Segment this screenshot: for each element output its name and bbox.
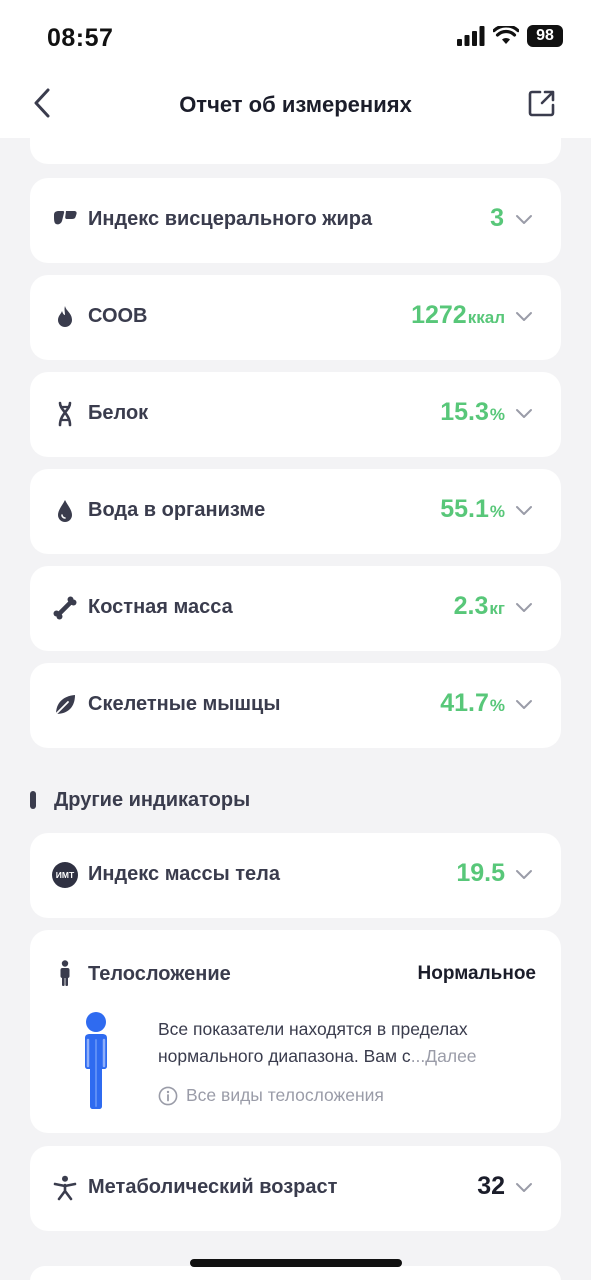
chevron-down-icon[interactable] <box>515 408 533 420</box>
body-type-card: Телосложение Нормальное Все показатели н… <box>30 930 561 1133</box>
flame-icon <box>58 306 72 327</box>
status-time: 08:57 <box>47 24 114 52</box>
visceral-fat-icon <box>54 211 77 225</box>
chevron-down-icon[interactable] <box>515 1182 533 1194</box>
metric-value: 19.5 <box>456 859 505 887</box>
page-title: Отчет об измерениях <box>179 92 412 117</box>
metric-value: 3 <box>490 204 504 232</box>
metric-value: 41.7% <box>440 689 505 717</box>
metric-value: 15.3% <box>440 398 505 426</box>
chevron-down-icon[interactable] <box>515 214 533 226</box>
body-type-description: Все показатели находятся в пределах норм… <box>158 1019 477 1066</box>
chevron-down-icon[interactable] <box>515 602 533 614</box>
section-title-other-indicators: Другие индикаторы <box>54 789 251 811</box>
metric-row-bmi[interactable]: ИМТ Индекс массы тела 19.5 <box>30 833 561 918</box>
next-card <box>30 1266 561 1280</box>
metric-value: 55.1% <box>440 495 505 523</box>
metric-label: Вода в организме <box>88 499 266 521</box>
metric-row-metabolic-age[interactable]: Метаболический возраст 32 <box>30 1146 561 1231</box>
all-body-types-link[interactable]: Все виды телосложения <box>158 1085 384 1106</box>
body-type-status: Нормальное <box>417 963 536 984</box>
bmi-icon: ИМТ <box>52 862 78 888</box>
status-bar: 08:57 98 <box>0 0 591 72</box>
chevron-down-icon[interactable] <box>515 311 533 323</box>
body-figure-illustration <box>85 1012 107 1109</box>
chevron-down-icon[interactable] <box>515 869 533 881</box>
metric-value: 2.3кг <box>453 592 505 620</box>
metric-row-visceral-fat[interactable]: Индекс висцерального жира 3 <box>30 178 561 263</box>
metric-label: Индекс массы тела <box>88 863 280 885</box>
metric-value: 32 <box>477 1172 505 1200</box>
metric-value: 1272ккал <box>411 301 505 329</box>
status-icons: 98 <box>457 25 563 47</box>
water-drop-icon <box>58 500 72 522</box>
previous-card <box>30 120 561 164</box>
metric-label: Индекс висцерального жира <box>88 208 373 230</box>
bone-icon <box>53 596 77 620</box>
chevron-down-icon[interactable] <box>515 505 533 517</box>
metric-label: Метаболический возраст <box>88 1176 338 1198</box>
read-more-link[interactable]: ...Далее <box>411 1046 477 1066</box>
metric-row-protein[interactable]: Белок 15.3% <box>30 372 561 457</box>
person-activity-icon <box>53 1175 77 1201</box>
metric-row-bone-mass[interactable]: Костная масса 2.3кг <box>30 566 561 651</box>
all-body-types-label: Все виды телосложения <box>186 1085 384 1105</box>
metric-row-skeletal-muscle[interactable]: Скелетные мышцы 41.7% <box>30 663 561 748</box>
dna-icon <box>58 401 72 427</box>
metric-label: Скелетные мышцы <box>88 693 281 715</box>
home-indicator[interactable] <box>190 1259 402 1267</box>
metric-label: Костная масса <box>88 596 233 618</box>
cellular-signal-icon <box>457 26 485 46</box>
info-icon <box>158 1086 178 1105</box>
share-icon[interactable] <box>527 88 557 118</box>
leaf-icon <box>55 695 75 715</box>
metric-row-bmr[interactable]: СООВ 1272ккал <box>30 275 561 360</box>
wifi-icon <box>493 26 519 44</box>
body-type-label: Телосложение <box>88 963 231 985</box>
chevron-down-icon[interactable] <box>515 699 533 711</box>
metric-row-body-water[interactable]: Вода в организме 55.1% <box>30 469 561 554</box>
person-icon <box>60 960 70 986</box>
battery-indicator: 98 <box>527 25 563 47</box>
section-marker <box>30 791 36 809</box>
metric-label: Белок <box>88 402 149 424</box>
metric-label: СООВ <box>88 305 148 327</box>
